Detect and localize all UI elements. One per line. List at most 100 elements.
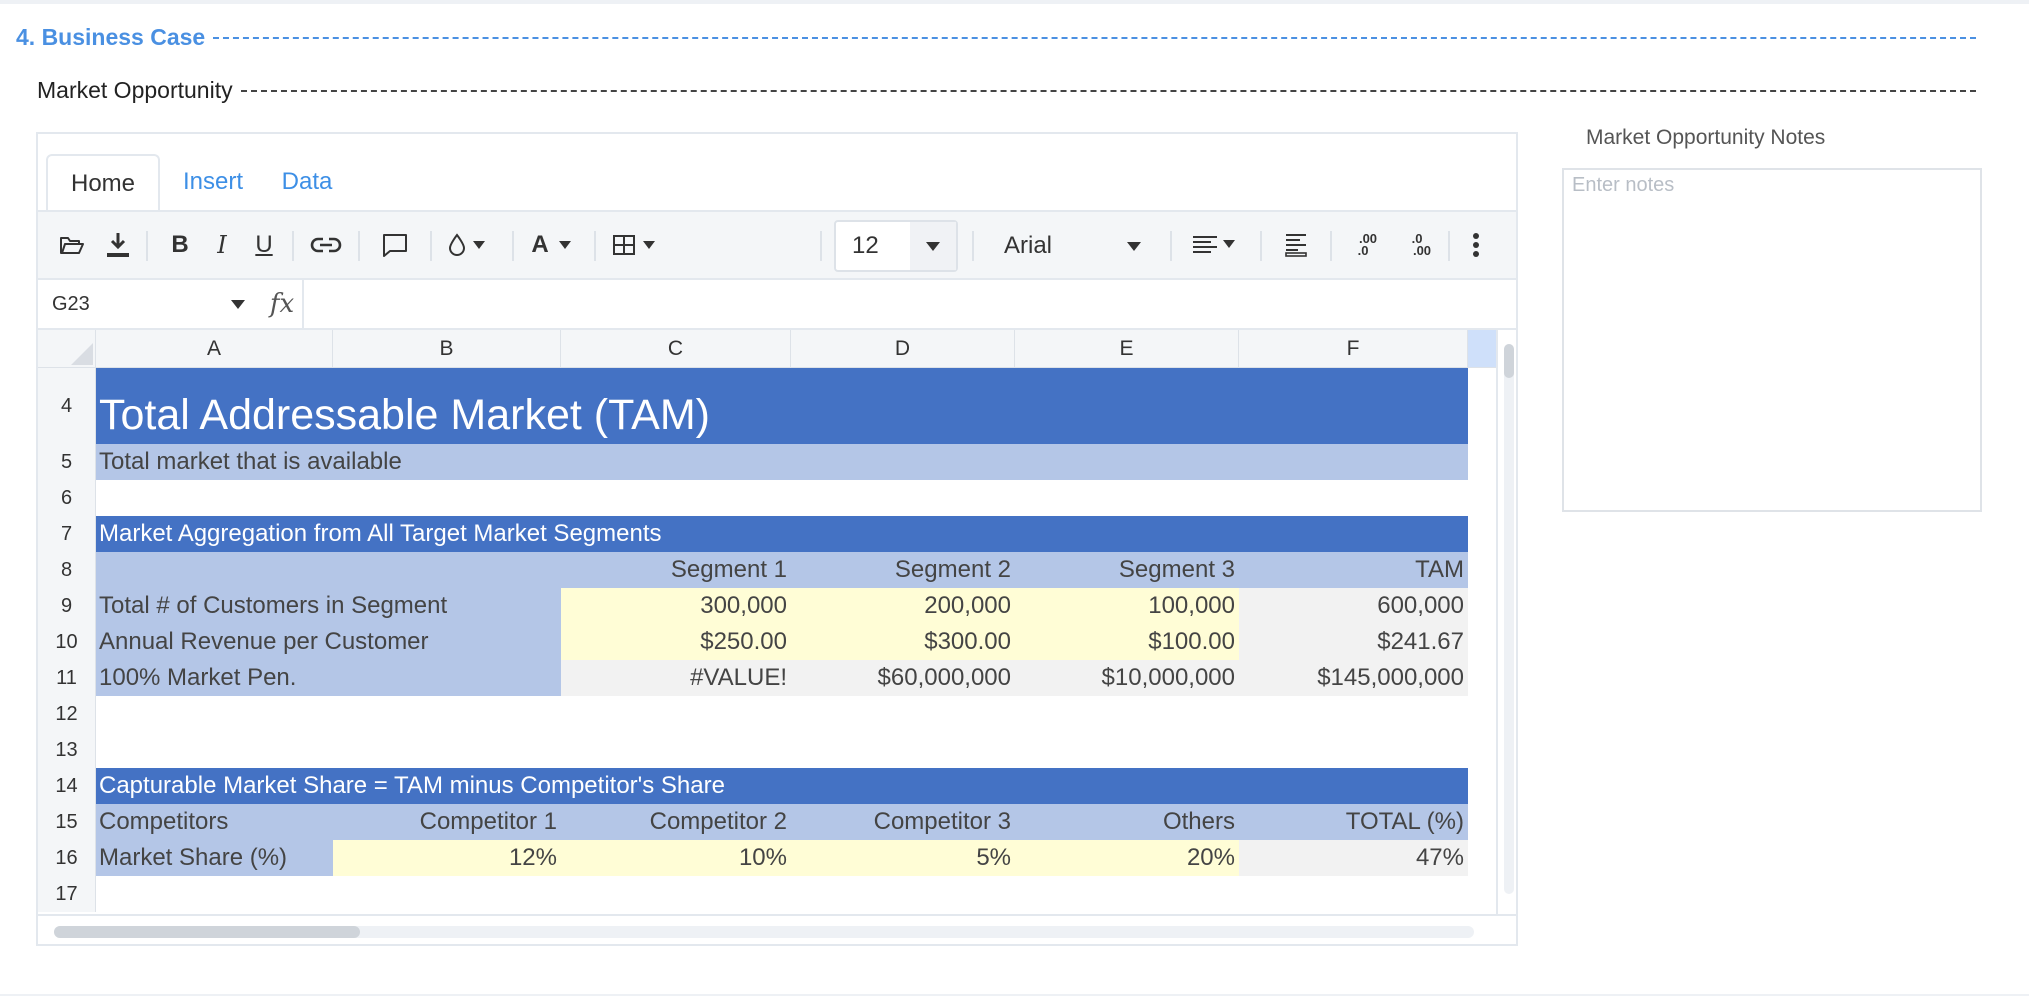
row-header[interactable]: 10: [38, 624, 96, 660]
comment-icon[interactable]: [370, 212, 420, 278]
competitor-3-header[interactable]: Competitor 3: [791, 804, 1015, 840]
column-header-c[interactable]: C: [561, 330, 791, 368]
competitors-label[interactable]: Competitors: [96, 804, 333, 840]
toolbar-separator: [820, 231, 822, 261]
increase-decimal-icon[interactable]: .00 .0: [1338, 212, 1388, 278]
customers-seg2[interactable]: 200,000: [791, 588, 1015, 624]
horizontal-scrollbar[interactable]: [38, 914, 1516, 944]
chevron-down-icon: [1114, 220, 1154, 272]
decrease-decimal-bottom: .00: [1412, 243, 1432, 258]
row-header[interactable]: 11: [38, 660, 96, 696]
row-header[interactable]: 9: [38, 588, 96, 624]
notes-textarea[interactable]: [1562, 168, 1982, 512]
competitor-1-header[interactable]: Competitor 1: [333, 804, 561, 840]
market-pen-seg3[interactable]: $10,000,000: [1015, 660, 1239, 696]
market-pen-seg1[interactable]: #VALUE!: [561, 660, 791, 696]
tab-home[interactable]: Home: [46, 154, 160, 210]
download-icon[interactable]: [98, 212, 138, 278]
vertical-scroll-track[interactable]: [1504, 344, 1514, 894]
tam-subtitle-cell[interactable]: Total market that is available: [96, 444, 1468, 480]
segment-1-header[interactable]: Segment 1: [561, 552, 791, 588]
revenue-seg1[interactable]: $250.00: [561, 624, 791, 660]
row-header[interactable]: 12: [38, 696, 96, 732]
tab-data[interactable]: Data: [264, 154, 350, 210]
font-family-select[interactable]: Arial: [994, 220, 1154, 272]
aggregation-header-cell[interactable]: Market Aggregation from All Target Marke…: [96, 516, 1468, 552]
market-pen-label[interactable]: 100% Market Pen.: [96, 660, 561, 696]
row-header[interactable]: 16: [38, 840, 96, 876]
share-competitor-3[interactable]: 5%: [791, 840, 1015, 876]
column-header-b[interactable]: B: [333, 330, 561, 368]
row-header[interactable]: 14: [38, 768, 96, 804]
vertical-scroll-thumb[interactable]: [1504, 344, 1514, 378]
font-size-value: 12: [852, 232, 879, 259]
column-header-f[interactable]: F: [1239, 330, 1468, 368]
chevron-down-icon[interactable]: [218, 280, 258, 328]
row-header[interactable]: 6: [38, 480, 96, 516]
top-divider: [0, 0, 2029, 4]
decrease-decimal-icon[interactable]: .0 .00: [1392, 212, 1442, 278]
underline-icon[interactable]: U: [244, 212, 284, 278]
competitor-2-header[interactable]: Competitor 2: [561, 804, 791, 840]
fill-color-icon[interactable]: [442, 212, 502, 278]
capturable-share-header[interactable]: Capturable Market Share = TAM minus Comp…: [96, 768, 1468, 804]
column-header-e[interactable]: E: [1015, 330, 1239, 368]
bold-icon[interactable]: B: [160, 212, 200, 278]
horizontal-scroll-thumb[interactable]: [54, 926, 360, 938]
customers-tam[interactable]: 600,000: [1239, 588, 1468, 624]
toolbar-separator: [292, 231, 294, 261]
total-header[interactable]: TOTAL (%): [1239, 804, 1468, 840]
tam-header[interactable]: TAM: [1239, 552, 1468, 588]
row-header[interactable]: 13: [38, 732, 96, 768]
more-icon[interactable]: [1456, 212, 1496, 278]
others-header[interactable]: Others: [1015, 804, 1239, 840]
customers-seg3[interactable]: 100,000: [1015, 588, 1239, 624]
row-header[interactable]: 4: [38, 368, 96, 444]
folder-open-icon[interactable]: [52, 212, 92, 278]
revenue-label[interactable]: Annual Revenue per Customer: [96, 624, 561, 660]
cell-a8[interactable]: [96, 552, 333, 588]
tab-insert[interactable]: Insert: [168, 154, 258, 210]
wrap-icon[interactable]: [1270, 212, 1322, 278]
text-color-icon[interactable]: A: [522, 212, 586, 278]
link-icon[interactable]: [300, 212, 352, 278]
name-box[interactable]: G23: [52, 280, 232, 328]
column-header-d[interactable]: D: [791, 330, 1015, 368]
market-pen-seg2[interactable]: $60,000,000: [791, 660, 1015, 696]
segment-2-header[interactable]: Segment 2: [791, 552, 1015, 588]
cell-b8[interactable]: [333, 552, 561, 588]
align-icon[interactable]: [1184, 212, 1248, 278]
segment-3-header[interactable]: Segment 3: [1015, 552, 1239, 588]
column-header-selected[interactable]: [1468, 330, 1496, 368]
revenue-tam[interactable]: $241.67: [1239, 624, 1468, 660]
market-pen-tam[interactable]: $145,000,000: [1239, 660, 1468, 696]
customers-label[interactable]: Total # of Customers in Segment: [96, 588, 561, 624]
bottom-divider: [0, 994, 2029, 996]
select-all-corner[interactable]: [38, 330, 96, 368]
revenue-seg2[interactable]: $300.00: [791, 624, 1015, 660]
borders-icon[interactable]: [604, 212, 674, 278]
tam-title-cell[interactable]: Total Addressable Market (TAM): [96, 368, 1468, 444]
share-competitor-2[interactable]: 10%: [561, 840, 791, 876]
toolbar-separator: [146, 231, 148, 261]
row-header[interactable]: 7: [38, 516, 96, 552]
formula-input[interactable]: [318, 280, 1498, 328]
toolbar-separator: [1448, 231, 1450, 261]
row-header[interactable]: 8: [38, 552, 96, 588]
italic-icon[interactable]: I: [202, 212, 242, 278]
market-share-label[interactable]: Market Share (%): [96, 840, 333, 876]
share-others[interactable]: 20%: [1015, 840, 1239, 876]
font-size-select[interactable]: 12: [834, 220, 958, 272]
spreadsheet-widget: Home Insert Data B I U A 12 Arial .00 .0…: [36, 132, 1518, 946]
customers-seg1[interactable]: 300,000: [561, 588, 791, 624]
row-header[interactable]: 15: [38, 804, 96, 840]
share-total[interactable]: 47%: [1239, 840, 1468, 876]
row-header[interactable]: 5: [38, 444, 96, 480]
row-header[interactable]: 17: [38, 876, 96, 912]
revenue-seg3[interactable]: $100.00: [1015, 624, 1239, 660]
fx-icon: fx: [262, 280, 304, 328]
text-color-letter: A: [531, 231, 549, 258]
vertical-scrollbar[interactable]: [1496, 330, 1516, 914]
share-competitor-1[interactable]: 12%: [333, 840, 561, 876]
column-header-a[interactable]: A: [96, 330, 333, 368]
